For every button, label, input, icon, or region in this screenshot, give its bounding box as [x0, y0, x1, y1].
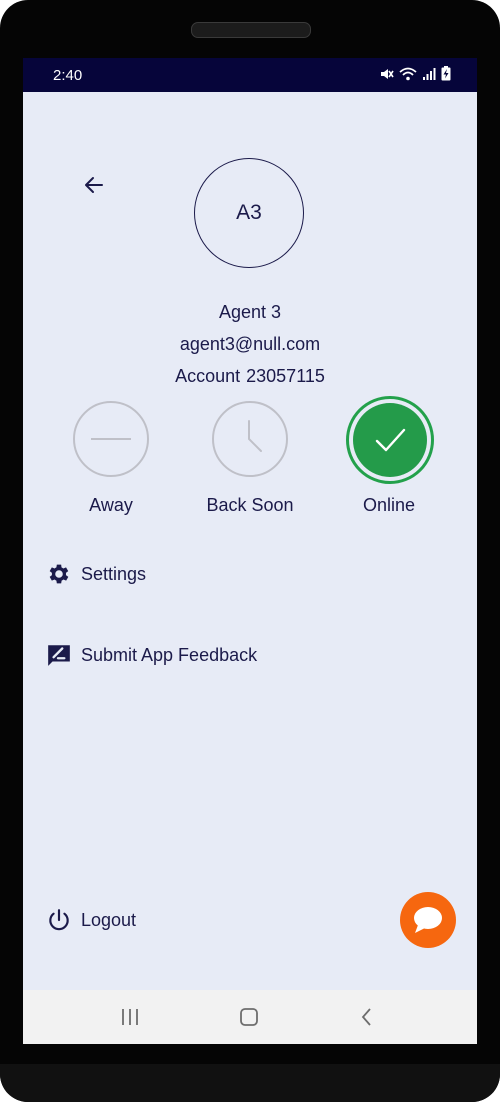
chat-button[interactable] [400, 892, 456, 948]
status-back-soon-label: Back Soon [206, 495, 294, 515]
agent-name: Agent 3 [218, 302, 282, 322]
nav-recents-button[interactable] [115, 1005, 145, 1029]
check-icon [375, 428, 406, 452]
agent-email: agent3@null.com [179, 334, 321, 354]
app-screen: 2:40 A3 Agent 3 agent3@null.com Account … [23, 58, 477, 1044]
nav-back-button[interactable] [352, 1005, 382, 1029]
android-nav-bar [23, 990, 477, 1044]
home-icon [240, 1008, 258, 1026]
online-circle [346, 396, 434, 484]
back-button[interactable] [79, 170, 109, 200]
phone-speaker [191, 22, 311, 38]
battery-charging-icon [441, 66, 451, 81]
account-label: Account [175, 366, 241, 386]
feedback-icon [45, 641, 73, 669]
account-number: 23057115 [246, 366, 325, 386]
submit-feedback-menu-item[interactable]: Submit App Feedback [45, 638, 257, 672]
avatar: A3 [194, 158, 304, 268]
logout-menu-item[interactable]: Logout [45, 903, 136, 937]
arrow-left-icon [85, 177, 103, 193]
chat-bubble-icon [414, 907, 442, 933]
status-bar: 2:40 [23, 58, 477, 92]
submit-feedback-label: Submit App Feedback [81, 644, 258, 665]
status-back-soon-button[interactable]: Back Soon [190, 395, 310, 525]
minus-icon [91, 438, 131, 440]
wifi-icon [399, 67, 417, 80]
clock-icon [248, 420, 262, 452]
settings-menu-item[interactable]: Settings [45, 557, 146, 591]
back-soon-circle [212, 401, 288, 477]
status-icons [380, 66, 451, 81]
gear-icon [45, 560, 73, 588]
settings-label: Settings [81, 563, 147, 584]
recents-icon [122, 1009, 138, 1025]
phone-bottom-bezel [0, 1064, 500, 1102]
status-time: 2:40 [53, 67, 83, 84]
power-icon [45, 906, 73, 934]
status-away-label: Away [89, 495, 133, 515]
mute-icon [381, 68, 394, 79]
signal-icon [423, 67, 436, 80]
online-circle-fill [353, 403, 427, 477]
status-online-label: Online [362, 495, 416, 515]
avatar-initials: A3 [236, 201, 262, 224]
status-away-button[interactable]: Away [51, 395, 171, 525]
agent-account: Account 23057115 [23, 366, 477, 387]
logout-label: Logout [81, 909, 137, 930]
status-online-button[interactable]: Online [329, 395, 449, 525]
nav-home-button[interactable] [234, 1005, 264, 1029]
away-circle [73, 401, 149, 477]
chevron-left-icon [361, 1008, 371, 1026]
phone-frame: 2:40 A3 Agent 3 agent3@null.com Account … [0, 0, 500, 1102]
